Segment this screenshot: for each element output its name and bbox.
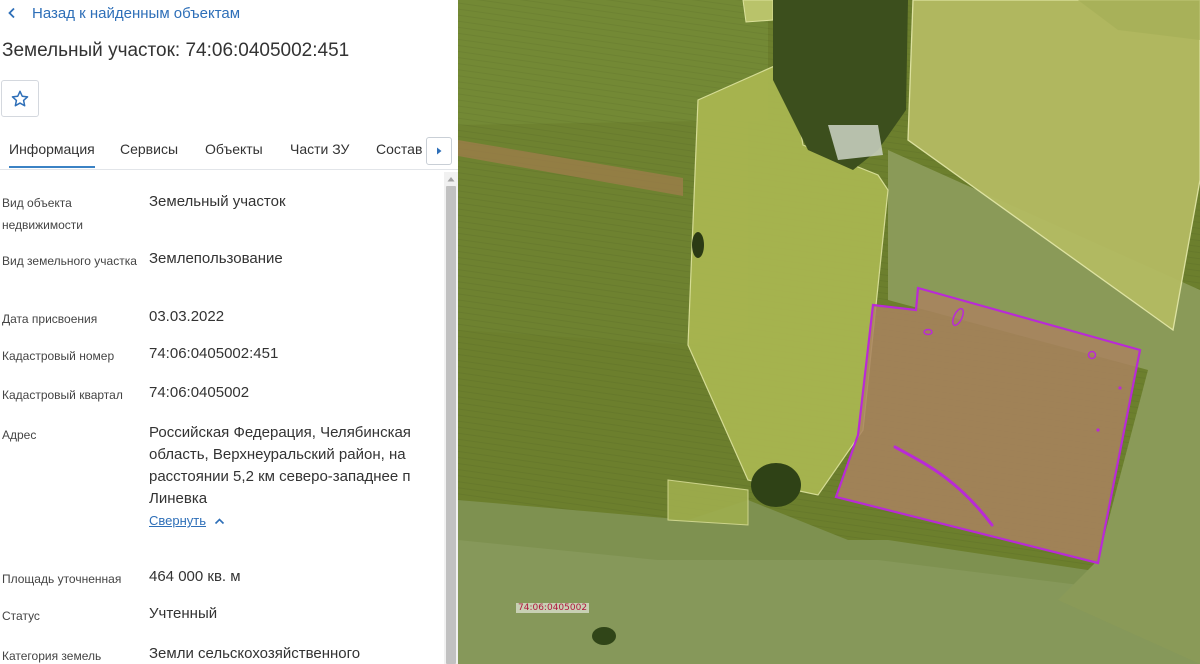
scroll-up-arrow-icon[interactable] (447, 176, 455, 182)
tabs-scroll-right-button[interactable] (426, 137, 452, 165)
info-scrollbar[interactable] (444, 172, 458, 664)
chevron-up-icon (214, 517, 225, 524)
tab-services[interactable]: Сервисы (120, 130, 178, 168)
row-value: 74:06:0405002:451 (149, 345, 279, 362)
row-label: Адрес (2, 428, 37, 442)
tab-composition[interactable]: Состав (376, 130, 422, 168)
row-label: Категория земель (2, 649, 102, 663)
row-value: 74:06:0405002 (149, 384, 250, 401)
satellite-imagery (458, 0, 1200, 664)
scroll-thumb[interactable] (446, 186, 456, 664)
info-list: Вид объекта недвижимости Земельный участ… (0, 172, 444, 664)
row-label: Статус (2, 609, 40, 623)
chevron-left-icon (8, 7, 15, 19)
row-value-address: Российская Федерация, Челябинская област… (149, 422, 429, 532)
back-link-label: Назад к найденным объектам (32, 4, 241, 22)
address-text: Российская Федерация, Челябинская област… (149, 424, 411, 507)
tab-objects[interactable]: Объекты (205, 130, 263, 168)
tab-information[interactable]: Информация (9, 130, 95, 168)
row-value: Землепользование (149, 250, 283, 267)
collapse-address-link[interactable]: Свернуть (149, 510, 225, 532)
page-title: Земельный участок: 74:06:0405002:451 (2, 40, 350, 61)
row-label: Площадь уточненная (2, 572, 122, 586)
row-label: Вид земельного участка (2, 254, 137, 268)
tab-bar: Информация Сервисы Объекты Части ЗУ Сост… (0, 130, 458, 170)
star-outline-icon (11, 90, 29, 106)
tab-land-parts[interactable]: Части ЗУ (290, 130, 349, 168)
row-value: Учтенный (149, 605, 218, 622)
row-value: 03.03.2022 (149, 308, 225, 325)
favorite-button[interactable] (1, 80, 39, 117)
back-to-results-link[interactable]: Назад к найденным объектам (6, 3, 240, 23)
row-value: 464 000 кв. м (149, 568, 241, 585)
cadastral-quarter-map-label[interactable]: 74:06:0405002 (516, 603, 590, 613)
row-label: Вид объекта недвижимости (2, 196, 83, 232)
info-panel: Назад к найденным объектам Земельный уча… (0, 0, 458, 664)
row-label: Кадастровый квартал (2, 388, 123, 402)
row-value: Земельный участок (149, 193, 286, 210)
row-label: Дата присвоения (2, 312, 98, 326)
map-view[interactable]: 74:06:0405002 (458, 0, 1200, 664)
row-value: Земли сельскохозяйственного (149, 645, 361, 662)
row-label: Кадастровый номер (2, 349, 115, 363)
collapse-link-label: Свернуть (149, 513, 207, 528)
triangle-right-icon (437, 147, 442, 155)
